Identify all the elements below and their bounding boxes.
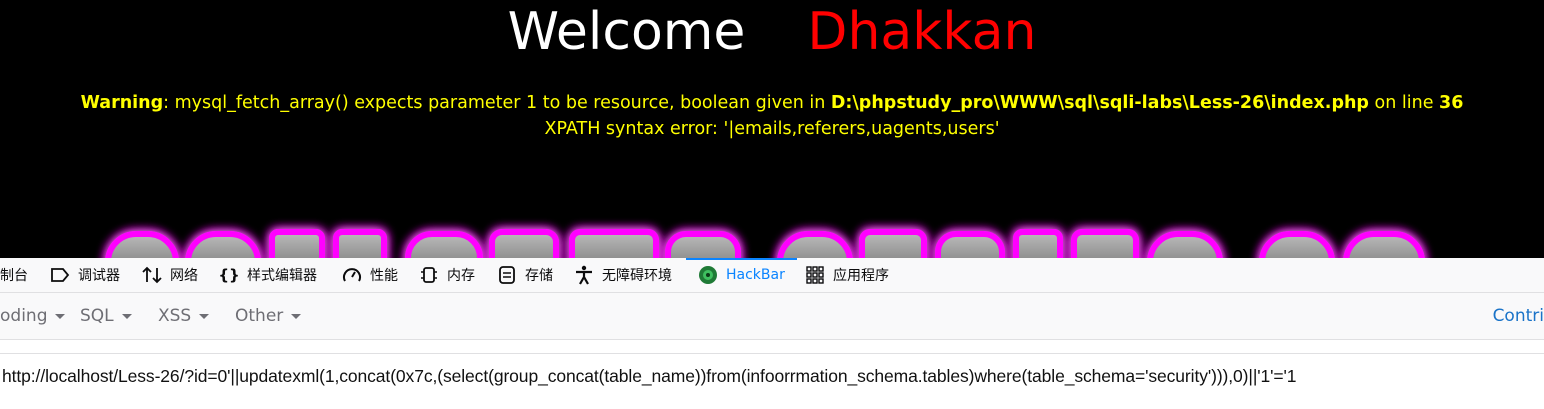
chevron-down-icon (121, 313, 132, 319)
tab-style-editor[interactable]: {} 样式编辑器 (218, 258, 317, 292)
tab-hackbar-label: HackBar (726, 267, 785, 283)
menu-sql-label: SQL (80, 306, 114, 326)
tab-debugger-label: 调试器 (78, 268, 120, 284)
application-grid-icon (805, 265, 825, 285)
tab-console-label: 制台 (0, 268, 28, 284)
menu-other[interactable]: Other (235, 293, 302, 339)
devtools-panel: 制台 调试器 网络 {} 样式编辑器 性能 内存 存储 无障碍环境 HackBa… (0, 258, 1544, 409)
tab-performance-label: 性能 (370, 268, 398, 284)
tab-storage[interactable]: 存储 (497, 258, 553, 292)
hackbar-icon (698, 265, 718, 285)
tab-network-label: 网络 (170, 268, 198, 284)
accessibility-icon (574, 265, 594, 285)
style-editor-icon: {} (218, 266, 240, 284)
chevron-down-icon (291, 313, 302, 319)
tab-accessibility-label: 无障碍环境 (602, 268, 672, 284)
sql-dumb-series-logo-art (105, 229, 1425, 258)
chevron-down-icon (199, 313, 210, 319)
devtools-tabbar: 制台 调试器 网络 {} 样式编辑器 性能 内存 存储 无障碍环境 HackBa… (0, 258, 1544, 293)
menu-xss[interactable]: XSS (158, 293, 210, 339)
tab-performance[interactable]: 性能 (342, 258, 398, 292)
welcome-banner: Welcome Dhakkan (0, 2, 1544, 62)
hackbar-toolbar: oding SQL XSS Other Contri (0, 293, 1544, 340)
warning-message: : mysql_fetch_array() expects parameter … (163, 93, 831, 113)
menu-encoding[interactable]: oding (0, 293, 66, 339)
menu-encoding-label: oding (0, 306, 48, 326)
menu-xss-label: XSS (158, 306, 192, 326)
tab-style-editor-label: 样式编辑器 (247, 268, 317, 284)
debugger-icon (50, 265, 70, 285)
warning-file: D:\phpstudy_pro\WWW\sql\sqli-labs\Less-2… (830, 93, 1369, 113)
performance-icon (342, 265, 362, 285)
contribute-link[interactable]: Contri (1493, 293, 1544, 339)
warning-label: Warning (80, 93, 164, 113)
menu-sql[interactable]: SQL (80, 293, 132, 339)
page-content: Welcome Dhakkan Warning: mysql_fetch_arra… (0, 0, 1544, 258)
warning-online: on line (1368, 93, 1440, 113)
user-name: Dhakkan (807, 2, 1037, 62)
tab-memory[interactable]: 内存 (419, 258, 475, 292)
network-icon (142, 265, 162, 285)
warning-line: Warning: mysql_fetch_array() expects par… (0, 90, 1544, 116)
url-input[interactable]: http://localhost/Less-26/?id=0'||updatex… (2, 366, 1297, 387)
chevron-down-icon (55, 313, 66, 319)
tab-console[interactable]: 制台 (0, 258, 28, 292)
php-warning: Warning: mysql_fetch_array() expects par… (0, 90, 1544, 142)
tab-network[interactable]: 网络 (142, 258, 198, 292)
tab-hackbar[interactable]: HackBar (686, 258, 797, 292)
storage-icon (497, 265, 517, 285)
memory-icon (419, 265, 439, 285)
tab-debugger[interactable]: 调试器 (50, 258, 120, 292)
tab-accessibility[interactable]: 无障碍环境 (574, 258, 672, 292)
welcome-text: Welcome (507, 2, 746, 62)
xpath-error: XPATH syntax error: '|emails,referers,ua… (544, 119, 1000, 139)
url-input-area[interactable]: http://localhost/Less-26/?id=0'||updatex… (0, 353, 1544, 409)
menu-other-label: Other (235, 306, 284, 326)
tab-application-label: 应用程序 (833, 268, 889, 284)
tab-application[interactable]: 应用程序 (805, 258, 889, 292)
tab-memory-label: 内存 (447, 268, 475, 284)
warning-line-number: 36 (1439, 93, 1464, 113)
tab-storage-label: 存储 (525, 268, 553, 284)
